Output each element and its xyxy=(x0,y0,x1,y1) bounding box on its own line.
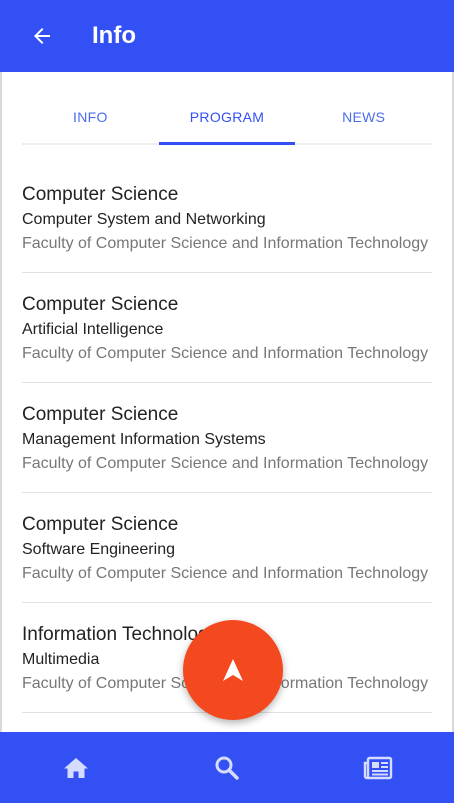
program-name: Artificial Intelligence xyxy=(22,321,164,338)
app-bar: Info xyxy=(0,0,454,72)
nav-home-button[interactable] xyxy=(0,732,151,803)
program-faculty: Faculty of Computer Science and Informat… xyxy=(22,235,429,252)
program-name: Management Information Systems xyxy=(22,431,266,448)
tab-program[interactable]: PROGRAM xyxy=(158,91,296,145)
search-icon xyxy=(215,756,239,780)
program-faculty: Faculty of Computer Science and Informat… xyxy=(22,455,429,472)
tab-bar: INFO PROGRAM NEWS xyxy=(22,91,432,145)
program-name: Computer System and Networking xyxy=(22,211,266,228)
tab-info[interactable]: INFO xyxy=(22,91,159,143)
list-item[interactable]: Computer Science Artificial Intelligence… xyxy=(22,273,432,383)
program-field: Computer Science xyxy=(22,514,179,535)
bottom-nav xyxy=(0,732,454,803)
navigate-fab-button[interactable] xyxy=(183,620,283,720)
newspaper-icon xyxy=(364,756,393,779)
program-field: Computer Science xyxy=(22,184,179,205)
program-field: Computer Science xyxy=(22,294,179,315)
list-item[interactable]: Computer Science Management Information … xyxy=(22,383,432,493)
home-icon xyxy=(63,757,88,778)
program-field: Computer Science xyxy=(22,404,179,425)
program-faculty: Faculty of Computer Science and Informat… xyxy=(22,345,429,362)
list-item[interactable]: Computer Science Software Engineering Fa… xyxy=(22,493,432,603)
list-item[interactable]: Computer Science Computer System and Net… xyxy=(22,163,432,273)
program-faculty: Faculty of Computer Science and Informat… xyxy=(22,565,429,582)
page-title: Info xyxy=(92,22,136,49)
tab-news[interactable]: NEWS xyxy=(295,91,432,143)
arrow-left-icon xyxy=(34,28,50,44)
back-button[interactable] xyxy=(21,15,63,57)
navigation-arrow-icon xyxy=(223,659,243,681)
program-name: Software Engineering xyxy=(22,541,175,558)
nav-search-button[interactable] xyxy=(151,732,302,803)
nav-news-button[interactable] xyxy=(303,732,454,803)
